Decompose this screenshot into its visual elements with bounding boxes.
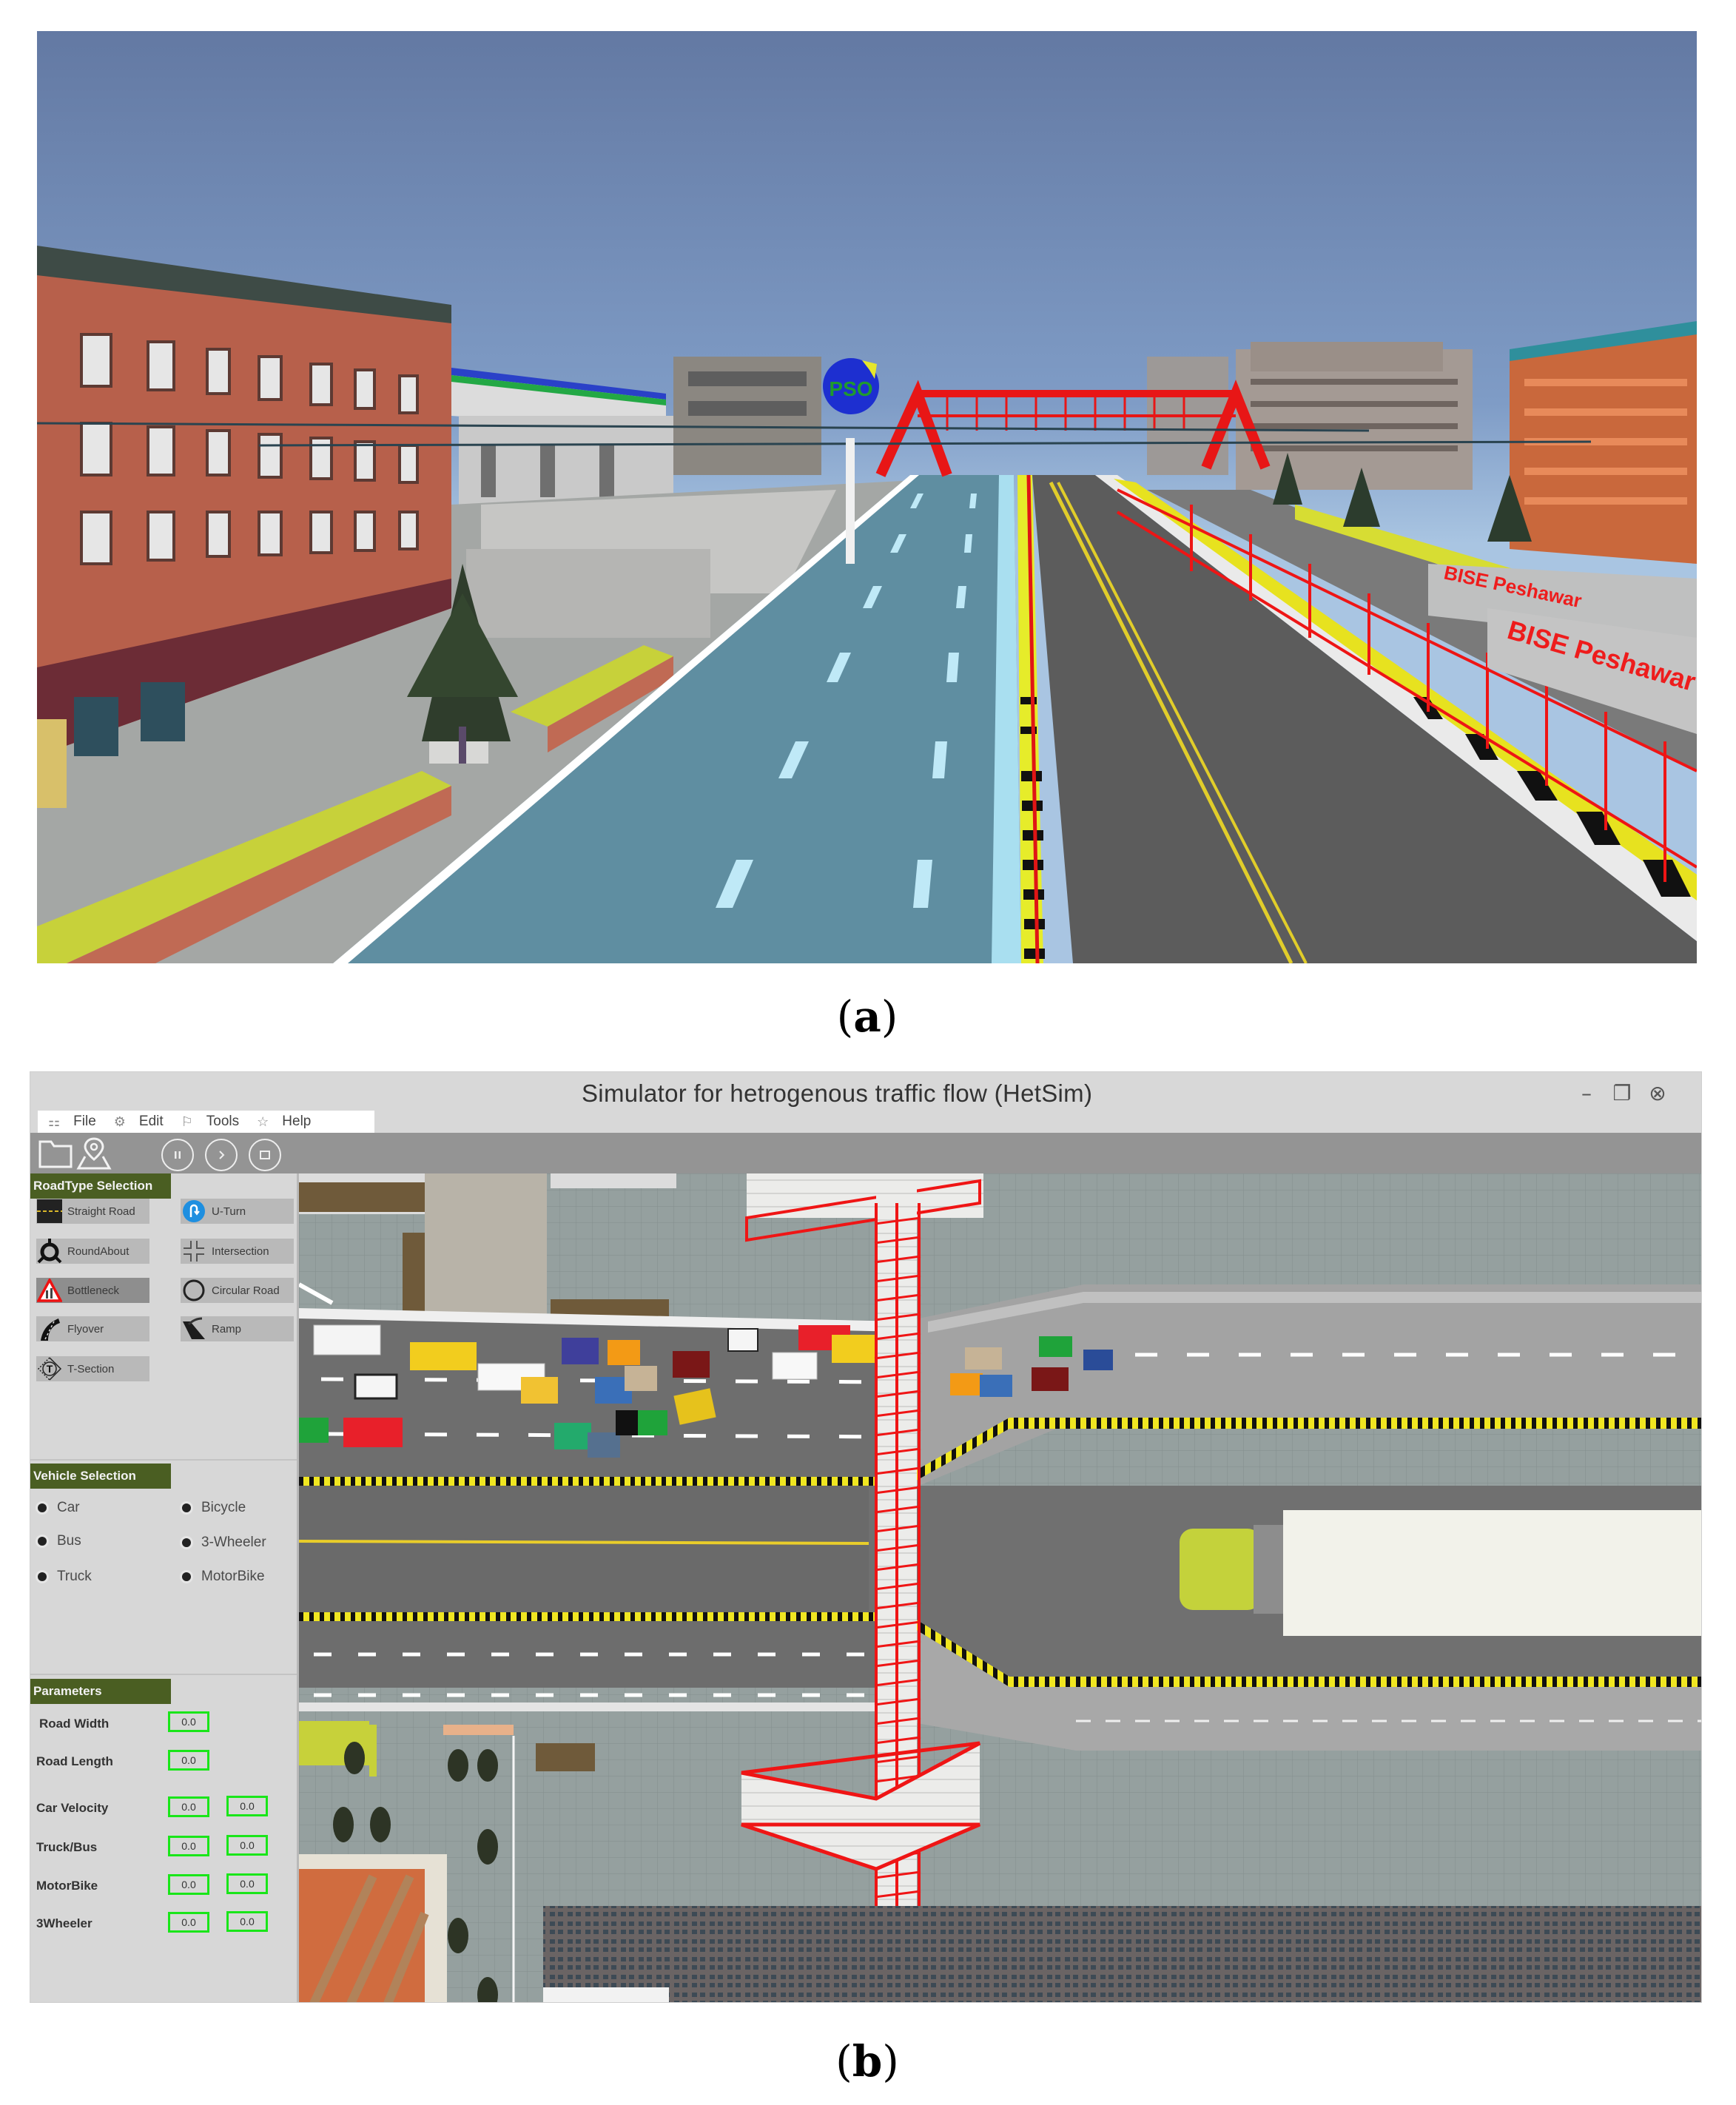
restore-button[interactable]: ❐ xyxy=(1611,1082,1633,1105)
3wheeler-min-input[interactable] xyxy=(168,1912,209,1933)
menu-help[interactable]: ☆ Help xyxy=(257,1114,311,1130)
road-type-u-turn[interactable]: U-Turn xyxy=(181,1199,294,1224)
simulation-viewport[interactable] xyxy=(299,1173,1701,2002)
hetsim-window: Simulator for hetrogenous traffic flow (… xyxy=(30,1071,1702,2003)
map-location-button[interactable] xyxy=(76,1136,112,1174)
road-type-header: RoadType Selection xyxy=(30,1173,171,1199)
stop-button[interactable] xyxy=(249,1139,281,1171)
divider xyxy=(30,1459,297,1461)
window-title: Simulator for hetrogenous traffic flow (… xyxy=(582,1080,1093,1107)
pause-icon xyxy=(175,1151,181,1159)
menu-file[interactable]: ⚏ File xyxy=(48,1114,96,1130)
svg-text:T: T xyxy=(47,1363,53,1375)
control-panel: RoadType Selection Straight Road U-Turn … xyxy=(30,1173,299,2002)
play-icon xyxy=(219,1151,225,1159)
3wheeler-label: 3Wheeler xyxy=(36,1916,92,1930)
3wheeler-max-input[interactable] xyxy=(226,1911,268,1932)
hazard-barrier-bottom xyxy=(299,1612,904,1621)
figure-caption-a: (a) xyxy=(836,991,898,1042)
roundabout-icon xyxy=(36,1239,63,1264)
road-type-straight-road[interactable]: Straight Road xyxy=(36,1199,149,1224)
car-velocity-max-input[interactable] xyxy=(226,1796,268,1816)
road-type-t-section[interactable]: T T-Section xyxy=(36,1356,149,1381)
truck-bus-max-input[interactable] xyxy=(226,1835,268,1856)
folder-icon xyxy=(38,1140,73,1168)
vehicle-option-motorbike[interactable]: MotorBike xyxy=(182,1569,265,1585)
grid-icon: ⚏ xyxy=(48,1114,61,1129)
vehicle-option-3-wheeler[interactable]: 3-Wheeler xyxy=(182,1535,266,1551)
star-icon: ☆ xyxy=(257,1114,269,1129)
road-type-circular-road[interactable]: Circular Road xyxy=(181,1278,294,1303)
vehicle-option-car[interactable]: Car xyxy=(38,1500,80,1516)
menu-bar: ⚏ File ⚙ Edit ⚐ Tools ☆ Help xyxy=(38,1111,374,1133)
road-length-input[interactable] xyxy=(168,1750,209,1771)
petrol-station xyxy=(451,368,673,512)
truck-bus-label: Truck/Bus xyxy=(36,1840,98,1854)
radio-bullet xyxy=(182,1503,191,1512)
radio-bullet xyxy=(182,1538,191,1547)
car-velocity-min-input[interactable] xyxy=(168,1796,209,1817)
menu-tools-label: Tools xyxy=(206,1114,240,1129)
menu-help-label: Help xyxy=(282,1114,312,1129)
figure-caption-b: (b) xyxy=(835,2036,899,2087)
road-type-ramp[interactable]: Ramp xyxy=(181,1316,294,1341)
menu-file-label: File xyxy=(73,1114,96,1129)
circle-icon xyxy=(181,1278,207,1303)
street-view-render: PSO BISE Peshawar BISE Peshawar xyxy=(37,31,1697,963)
road-type-flyover[interactable]: Flyover xyxy=(36,1316,149,1341)
minimize-button[interactable]: – xyxy=(1575,1082,1598,1105)
open-folder-button[interactable] xyxy=(38,1137,73,1173)
truck-bus-min-input[interactable] xyxy=(168,1836,209,1856)
road-type-bottleneck[interactable]: Bottleneck xyxy=(36,1278,149,1303)
divider xyxy=(30,1674,297,1675)
menu-edit-label: Edit xyxy=(138,1114,164,1129)
road-length-label: Road Length xyxy=(36,1754,113,1768)
radio-bullet xyxy=(38,1503,47,1512)
road-type-roundabout[interactable]: RoundAbout xyxy=(36,1239,149,1264)
motorbike-max-input[interactable] xyxy=(226,1873,268,1894)
caption-letter-b: b xyxy=(852,2036,883,2087)
t-section-icon: T xyxy=(36,1356,63,1381)
road-type-intersection[interactable]: Intersection xyxy=(181,1239,294,1264)
straight-road-icon xyxy=(36,1199,63,1224)
menu-edit[interactable]: ⚙ Edit xyxy=(114,1114,164,1130)
vehicle-selection-header: Vehicle Selection xyxy=(30,1464,171,1489)
vehicle-option-bus[interactable]: Bus xyxy=(38,1533,81,1549)
motorbike-min-input[interactable] xyxy=(168,1874,209,1895)
play-button[interactable] xyxy=(205,1139,238,1171)
toolbar xyxy=(30,1133,1701,1173)
radio-bullet xyxy=(38,1537,47,1546)
map-pin-icon xyxy=(76,1137,112,1170)
radio-bullet xyxy=(182,1572,191,1581)
flag-icon: ⚐ xyxy=(181,1114,193,1129)
close-button[interactable]: ⊗ xyxy=(1646,1082,1669,1105)
ramp-icon xyxy=(181,1316,207,1341)
caption-letter-a: a xyxy=(853,991,881,1042)
pause-button[interactable] xyxy=(161,1139,194,1171)
road-width-label: Road Width xyxy=(39,1717,110,1731)
bottleneck-warning-icon xyxy=(36,1278,63,1303)
u-turn-icon xyxy=(181,1199,207,1224)
vehicle-option-truck[interactable]: Truck xyxy=(38,1569,92,1585)
intersection-icon xyxy=(181,1239,207,1264)
gear-icon: ⚙ xyxy=(113,1114,126,1129)
radio-bullet xyxy=(38,1572,47,1581)
stop-icon xyxy=(260,1151,270,1159)
hazard-barrier-top xyxy=(299,1477,904,1486)
title-bar: Simulator for hetrogenous traffic flow (… xyxy=(30,1072,1701,1133)
vehicle-option-bicycle[interactable]: Bicycle xyxy=(182,1500,246,1516)
road-width-input[interactable] xyxy=(168,1711,209,1732)
pso-logo-text: PSO xyxy=(829,377,872,400)
flyover-icon xyxy=(36,1316,63,1341)
parameters-header: Parameters xyxy=(30,1679,171,1704)
menu-tools[interactable]: ⚐ Tools xyxy=(181,1114,240,1130)
car-velocity-label: Car Velocity xyxy=(36,1801,109,1815)
motorbike-label: MotorBike xyxy=(36,1879,98,1893)
